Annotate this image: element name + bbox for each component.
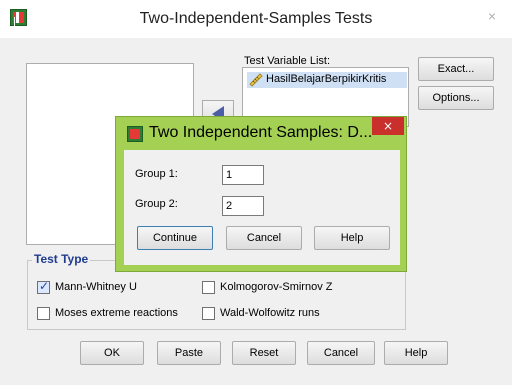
group1-input[interactable]: 1 xyxy=(222,165,264,185)
test-type-label: Test Type xyxy=(32,252,91,266)
help-button[interactable]: Help xyxy=(384,341,448,365)
paste-button[interactable]: Paste xyxy=(157,341,221,365)
list-item[interactable]: HasilBelajarBerpikirKritis xyxy=(247,72,407,88)
dialog-cancel-button[interactable]: Cancel xyxy=(226,226,302,250)
dialog-close-button[interactable]: × xyxy=(372,117,404,135)
wald-wolfowitz-label[interactable]: Wald-Wolfowitz runs xyxy=(220,307,320,319)
spss-dialog-icon xyxy=(127,126,143,142)
kolmogorov-smirnov-checkbox[interactable] xyxy=(202,281,215,294)
wald-wolfowitz-checkbox[interactable] xyxy=(202,307,215,320)
mann-whitney-checkbox[interactable] xyxy=(37,279,50,294)
close-window-button[interactable]: × xyxy=(480,6,504,26)
group2-input[interactable]: 2 xyxy=(222,196,264,216)
group1-label: Group 1: xyxy=(135,168,178,180)
ok-button[interactable]: OK xyxy=(80,341,144,365)
exact-button[interactable]: Exact... xyxy=(418,57,494,81)
group2-label: Group 2: xyxy=(135,198,178,210)
variable-name: HasilBelajarBerpikirKritis xyxy=(266,73,387,85)
mann-whitney-label[interactable]: Mann-Whitney U xyxy=(55,281,137,293)
options-button[interactable]: Options... xyxy=(418,86,494,110)
scale-ruler-icon xyxy=(249,73,263,87)
define-groups-dialog: Two Independent Samples: D... × Group 1:… xyxy=(115,116,407,272)
dialog-body: Group 1: 1 Group 2: 2 Continue Cancel He… xyxy=(124,150,400,265)
moses-extreme-checkbox[interactable] xyxy=(37,307,50,320)
continue-button[interactable]: Continue xyxy=(137,226,213,250)
window-title: Two-Independent-Samples Tests xyxy=(139,10,373,27)
cancel-button[interactable]: Cancel xyxy=(307,341,375,365)
moses-extreme-label[interactable]: Moses extreme reactions xyxy=(55,307,178,319)
dialog-help-button[interactable]: Help xyxy=(314,226,390,250)
dialog-title: Two Independent Samples: D... xyxy=(149,124,373,141)
reset-button[interactable]: Reset xyxy=(232,341,296,365)
title-bar: Two-Independent-Samples Tests × xyxy=(0,0,512,38)
kolmogorov-smirnov-label[interactable]: Kolmogorov-Smirnov Z xyxy=(220,281,332,293)
test-variable-list-label: Test Variable List: xyxy=(244,55,331,67)
